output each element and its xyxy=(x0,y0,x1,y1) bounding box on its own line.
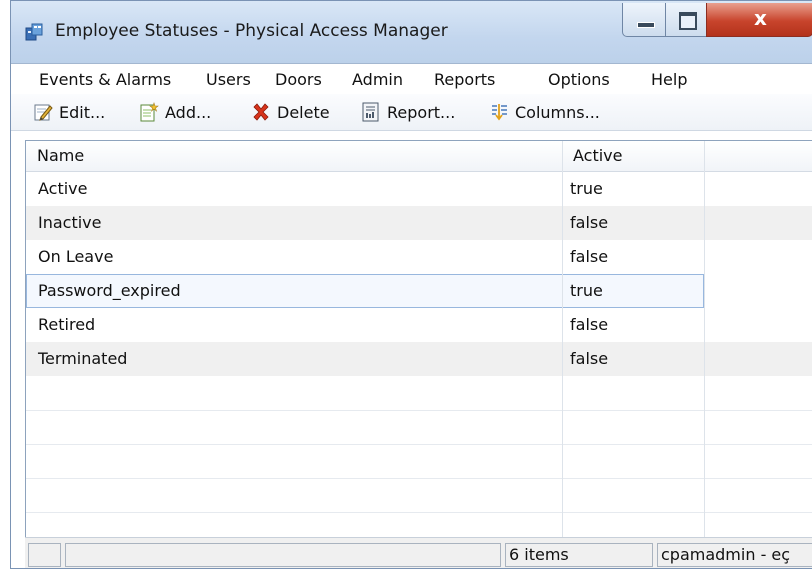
table-row[interactable]: Terminated false xyxy=(26,342,812,376)
grid-line xyxy=(26,444,812,445)
menu-bar: Events & Alarms Users Doors Admin Report… xyxy=(11,64,812,95)
app-window: Employee Statuses - Physical Access Mana… xyxy=(10,0,812,569)
close-button[interactable]: x xyxy=(706,3,812,37)
columns-button-label: Columns... xyxy=(515,102,600,122)
column-header-active[interactable]: Active xyxy=(562,141,702,171)
column-divider xyxy=(562,141,563,537)
status-pane-empty xyxy=(65,543,501,567)
edit-button[interactable]: Edit... xyxy=(33,100,105,124)
add-icon xyxy=(139,102,159,122)
cell-name: Terminated xyxy=(38,349,128,368)
cell-name: On Leave xyxy=(38,247,114,266)
table-row-selected[interactable]: Password_expired true xyxy=(26,274,704,308)
menu-options[interactable]: Options xyxy=(548,70,610,89)
status-table[interactable]: Name Active Active true Inactive false O… xyxy=(25,140,812,538)
title-bar[interactable]: Employee Statuses - Physical Access Mana… xyxy=(11,1,812,63)
menu-doors[interactable]: Doors xyxy=(275,70,322,89)
add-button-label: Add... xyxy=(165,102,212,122)
maximize-button[interactable] xyxy=(665,3,707,37)
client-area: Events & Alarms Users Doors Admin Report… xyxy=(11,63,812,568)
window-title: Employee Statuses - Physical Access Mana… xyxy=(55,21,448,41)
table-row[interactable]: Retired false xyxy=(26,308,812,342)
app-icon xyxy=(25,23,43,41)
cell-name: Inactive xyxy=(38,213,102,232)
status-user: cpamadmin - eç xyxy=(657,543,812,567)
close-icon: x xyxy=(754,6,767,30)
menu-reports[interactable]: Reports xyxy=(434,70,495,89)
grid-line xyxy=(26,410,812,411)
report-button-label: Report... xyxy=(387,102,456,122)
menu-help[interactable]: Help xyxy=(651,70,687,89)
cell-active: false xyxy=(570,247,609,266)
cell-name: Password_expired xyxy=(38,281,181,300)
cell-active: false xyxy=(570,315,609,334)
table-row[interactable]: On Leave false xyxy=(26,240,812,274)
report-button[interactable]: Report... xyxy=(361,100,455,124)
table-row[interactable]: Active true xyxy=(26,172,812,206)
status-bar: 6 items cpamadmin - eç xyxy=(25,537,812,568)
minimize-button[interactable] xyxy=(622,3,666,37)
columns-button[interactable]: Columns... xyxy=(489,100,600,124)
status-item-count: 6 items xyxy=(505,543,653,567)
column-header-name[interactable]: Name xyxy=(26,141,562,171)
toolbar: Edit... Add... Delete Report... Columns.… xyxy=(11,94,812,131)
delete-button-label: Delete xyxy=(277,102,330,122)
maximize-icon xyxy=(679,12,697,30)
menu-events-alarms[interactable]: Events & Alarms xyxy=(39,70,171,89)
table-row[interactable]: Inactive false xyxy=(26,206,812,240)
cell-name: Retired xyxy=(38,315,96,334)
delete-button[interactable]: Delete xyxy=(251,100,330,124)
cell-active: false xyxy=(570,213,609,232)
table-header: Name Active xyxy=(26,141,812,172)
minimize-icon xyxy=(637,22,655,28)
cell-active: false xyxy=(570,349,609,368)
report-icon xyxy=(361,102,381,122)
status-pane-empty xyxy=(28,543,61,567)
menu-users[interactable]: Users xyxy=(206,70,251,89)
grid-line xyxy=(26,478,812,479)
edit-icon xyxy=(33,102,53,122)
edit-button-label: Edit... xyxy=(59,102,106,122)
grid-line xyxy=(26,512,812,513)
cell-active: true xyxy=(570,281,603,300)
add-button[interactable]: Add... xyxy=(139,100,211,124)
cell-active: true xyxy=(570,179,603,198)
window-controls: x xyxy=(618,3,812,39)
cell-name: Active xyxy=(38,179,88,198)
columns-icon xyxy=(489,102,509,122)
menu-admin[interactable]: Admin xyxy=(352,70,403,89)
delete-icon xyxy=(251,102,271,122)
column-divider xyxy=(704,141,705,537)
